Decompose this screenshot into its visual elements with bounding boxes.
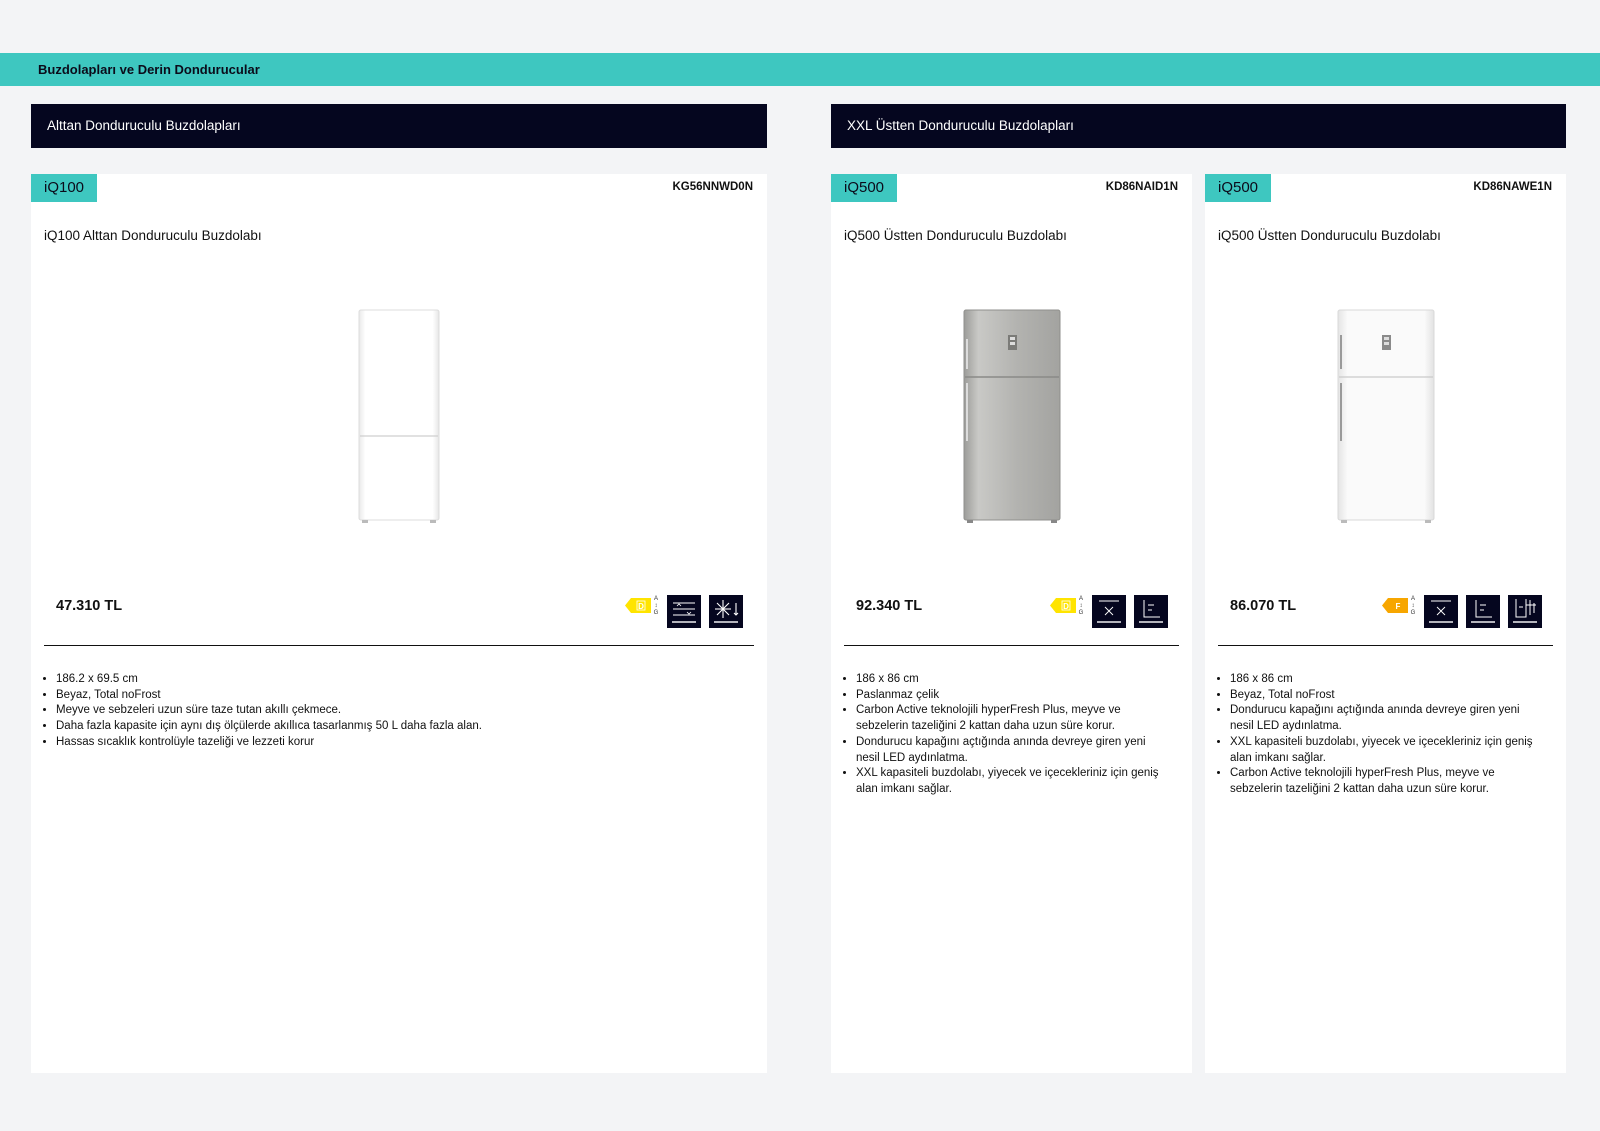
energy-label-icon: D A ↕ G	[625, 596, 659, 616]
svg-text:D: D	[638, 602, 644, 611]
feature-icons: D A ↕ G	[1050, 595, 1168, 628]
feature-item: 186 x 86 cm	[856, 672, 1172, 688]
feature-item: XXL kapasiteli buzdolabı, yiyecek ve içe…	[856, 766, 1172, 797]
divider	[44, 645, 754, 646]
product-image	[1205, 309, 1566, 524]
product-card[interactable]: iQ500 KD86NAWE1N iQ500 Üstten Dondurucul…	[1205, 174, 1566, 1073]
product-card[interactable]: iQ500 KD86NAID1N iQ500 Üstten Dondurucul…	[831, 174, 1192, 1073]
model-number: KD86NAWE1N	[1473, 181, 1552, 193]
hyperfresh-icon	[1092, 595, 1126, 628]
energy-label-icon: D A ↕ G	[1050, 596, 1084, 616]
hyperfresh-icon	[1424, 595, 1458, 628]
product-title: iQ500 Üstten Donduruculu Buzdolabı	[844, 228, 1067, 243]
nofrost-icon	[709, 595, 743, 628]
fridge-top-freezer-white-image	[1337, 309, 1434, 523]
price: 47.310 TL	[56, 598, 123, 614]
section-header-band: Buzdolapları ve Derin Dondurucular	[0, 53, 1600, 86]
product-title: iQ100 Alttan Donduruculu Buzdolabı	[44, 228, 262, 243]
energy-label-icon: F A ↕ G	[1382, 596, 1416, 616]
feature-icons: F A ↕ G	[1382, 595, 1542, 628]
divider	[844, 645, 1179, 646]
series-badge: iQ500	[1205, 174, 1271, 202]
feature-icons: D A ↕ G	[625, 595, 743, 628]
feature-item: XXL kapasiteli buzdolabı, yiyecek ve içe…	[1230, 735, 1546, 766]
xxl-capacity-icon	[1466, 595, 1500, 628]
section-title: Buzdolapları ve Derin Dondurucular	[38, 62, 260, 77]
feature-item: Carbon Active teknolojili hyperFresh Plu…	[1230, 766, 1546, 797]
feature-list: 186.2 x 69.5 cm Beyaz, Total noFrost Mey…	[44, 672, 747, 751]
feature-item: 186.2 x 69.5 cm	[56, 672, 747, 688]
series-badge: iQ500	[831, 174, 897, 202]
category-bar-bottom-freezer: Alttan Donduruculu Buzdolapları	[31, 104, 767, 148]
feature-list: 186 x 86 cm Beyaz, Total noFrost Donduru…	[1218, 672, 1546, 798]
product-card[interactable]: iQ100 KG56NNWD0N iQ100 Alttan Dondurucul…	[31, 174, 767, 1073]
model-number: KD86NAID1N	[1105, 181, 1178, 193]
feature-item: Daha fazla kapasite için aynı dış ölçüle…	[56, 719, 747, 735]
led-light-icon	[1508, 595, 1542, 628]
feature-item: Beyaz, Total noFrost	[1230, 688, 1546, 704]
model-number: KG56NNWD0N	[672, 181, 753, 193]
fridge-bottom-freezer-image	[358, 309, 440, 523]
category-bar-top-freezer: XXL Üstten Donduruculu Buzdolapları	[831, 104, 1566, 148]
adjustable-shelf-icon	[667, 595, 701, 628]
xxl-capacity-icon	[1134, 595, 1168, 628]
fridge-top-freezer-steel-image	[963, 309, 1060, 523]
product-image	[831, 309, 1192, 524]
feature-item: Paslanmaz çelik	[856, 688, 1172, 704]
svg-text:D: D	[1063, 602, 1069, 611]
feature-item: Dondurucu kapağını açtığında anında devr…	[1230, 703, 1546, 734]
price: 92.340 TL	[856, 598, 923, 614]
feature-item: Beyaz, Total noFrost	[56, 688, 747, 704]
series-badge: iQ100	[31, 174, 97, 202]
divider	[1218, 645, 1553, 646]
feature-item: Meyve ve sebzeleri uzun süre taze tutan …	[56, 703, 747, 719]
feature-item: Carbon Active teknolojili hyperFresh Plu…	[856, 703, 1172, 734]
product-title: iQ500 Üstten Donduruculu Buzdolabı	[1218, 228, 1441, 243]
price: 86.070 TL	[1230, 598, 1297, 614]
feature-item: Dondurucu kapağını açtığında anında devr…	[856, 735, 1172, 766]
product-image	[31, 309, 767, 524]
feature-item: 186 x 86 cm	[1230, 672, 1546, 688]
svg-text:F: F	[1396, 602, 1401, 611]
feature-list: 186 x 86 cm Paslanmaz çelik Carbon Activ…	[844, 672, 1172, 798]
feature-item: Hassas sıcaklık kontrolüyle tazeliği ve …	[56, 735, 747, 751]
